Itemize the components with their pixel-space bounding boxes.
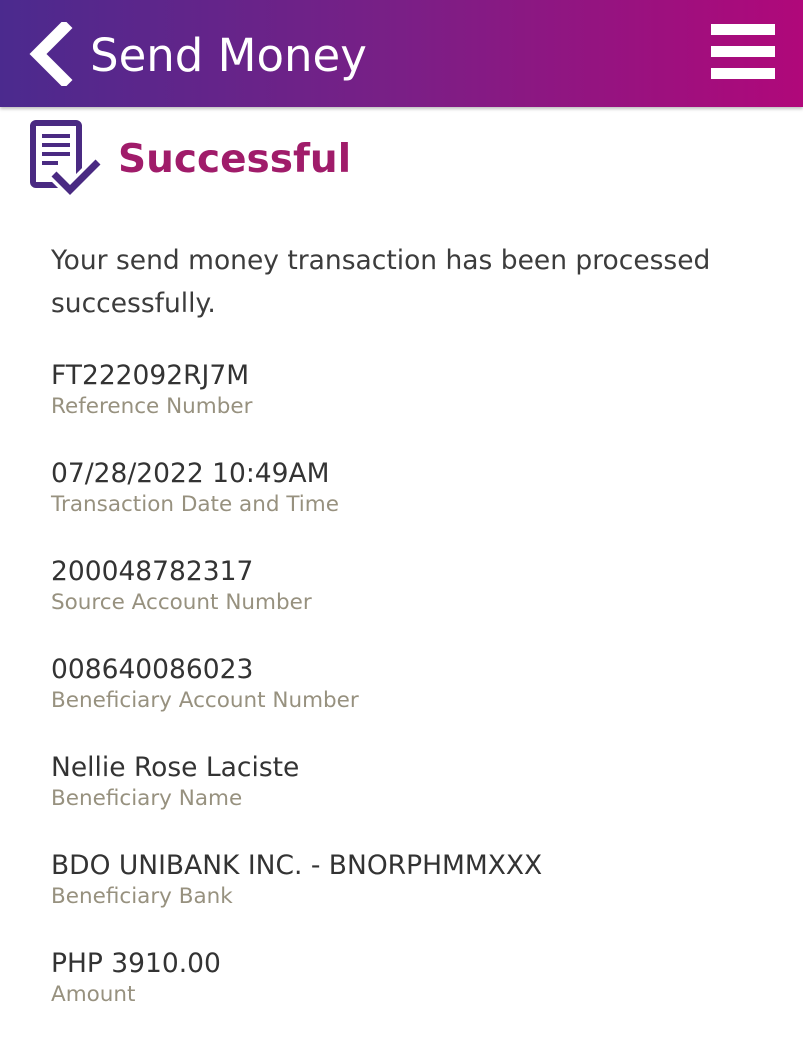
source-account-label: Source Account Number xyxy=(51,590,312,615)
chevron-left-icon xyxy=(29,19,73,89)
status-title: Successful xyxy=(118,137,352,182)
beneficiary-name-label: Beneficiary Name xyxy=(51,786,243,811)
amount-value: PHP 3910.00 xyxy=(51,948,221,979)
menu-button[interactable] xyxy=(707,22,779,82)
transaction-datetime-value: 07/28/2022 10:49AM xyxy=(51,458,330,489)
beneficiary-name-value: Nellie Rose Laciste xyxy=(51,752,300,783)
transaction-datetime-field: 07/28/2022 10:49AM Transaction Date and … xyxy=(51,457,791,555)
success-message: Your send money transaction has been pro… xyxy=(51,245,711,319)
beneficiary-account-label: Beneficiary Account Number xyxy=(51,688,359,713)
beneficiary-bank-value: BDO UNIBANK INC. - BNORPHMMXXX xyxy=(51,850,543,881)
beneficiary-bank-field: BDO UNIBANK INC. - BNORPHMMXXX Beneficia… xyxy=(51,849,791,947)
beneficiary-account-field: 008640086023 Beneficiary Account Number xyxy=(51,653,791,751)
source-account-value: 200048782317 xyxy=(51,556,254,587)
transaction-details: FT222092RJ7M Reference Number 07/28/2022… xyxy=(51,359,791,1045)
reference-number-field: FT222092RJ7M Reference Number xyxy=(51,359,791,457)
reference-number-label: Reference Number xyxy=(51,394,253,419)
back-button[interactable] xyxy=(26,19,76,89)
amount-field: PHP 3910.00 Amount xyxy=(51,947,791,1045)
document-check-icon xyxy=(28,118,103,202)
reference-number-value: FT222092RJ7M xyxy=(51,360,250,391)
beneficiary-name-field: Nellie Rose Laciste Beneficiary Name xyxy=(51,751,791,849)
header-title: Send Money xyxy=(90,29,367,82)
source-account-field: 200048782317 Source Account Number xyxy=(51,555,791,653)
hamburger-menu-icon xyxy=(711,24,775,79)
beneficiary-bank-label: Beneficiary Bank xyxy=(51,884,233,909)
amount-label: Amount xyxy=(51,982,136,1007)
transaction-datetime-label: Transaction Date and Time xyxy=(51,492,339,517)
app-header: Send Money xyxy=(0,0,803,107)
beneficiary-account-value: 008640086023 xyxy=(51,654,254,685)
